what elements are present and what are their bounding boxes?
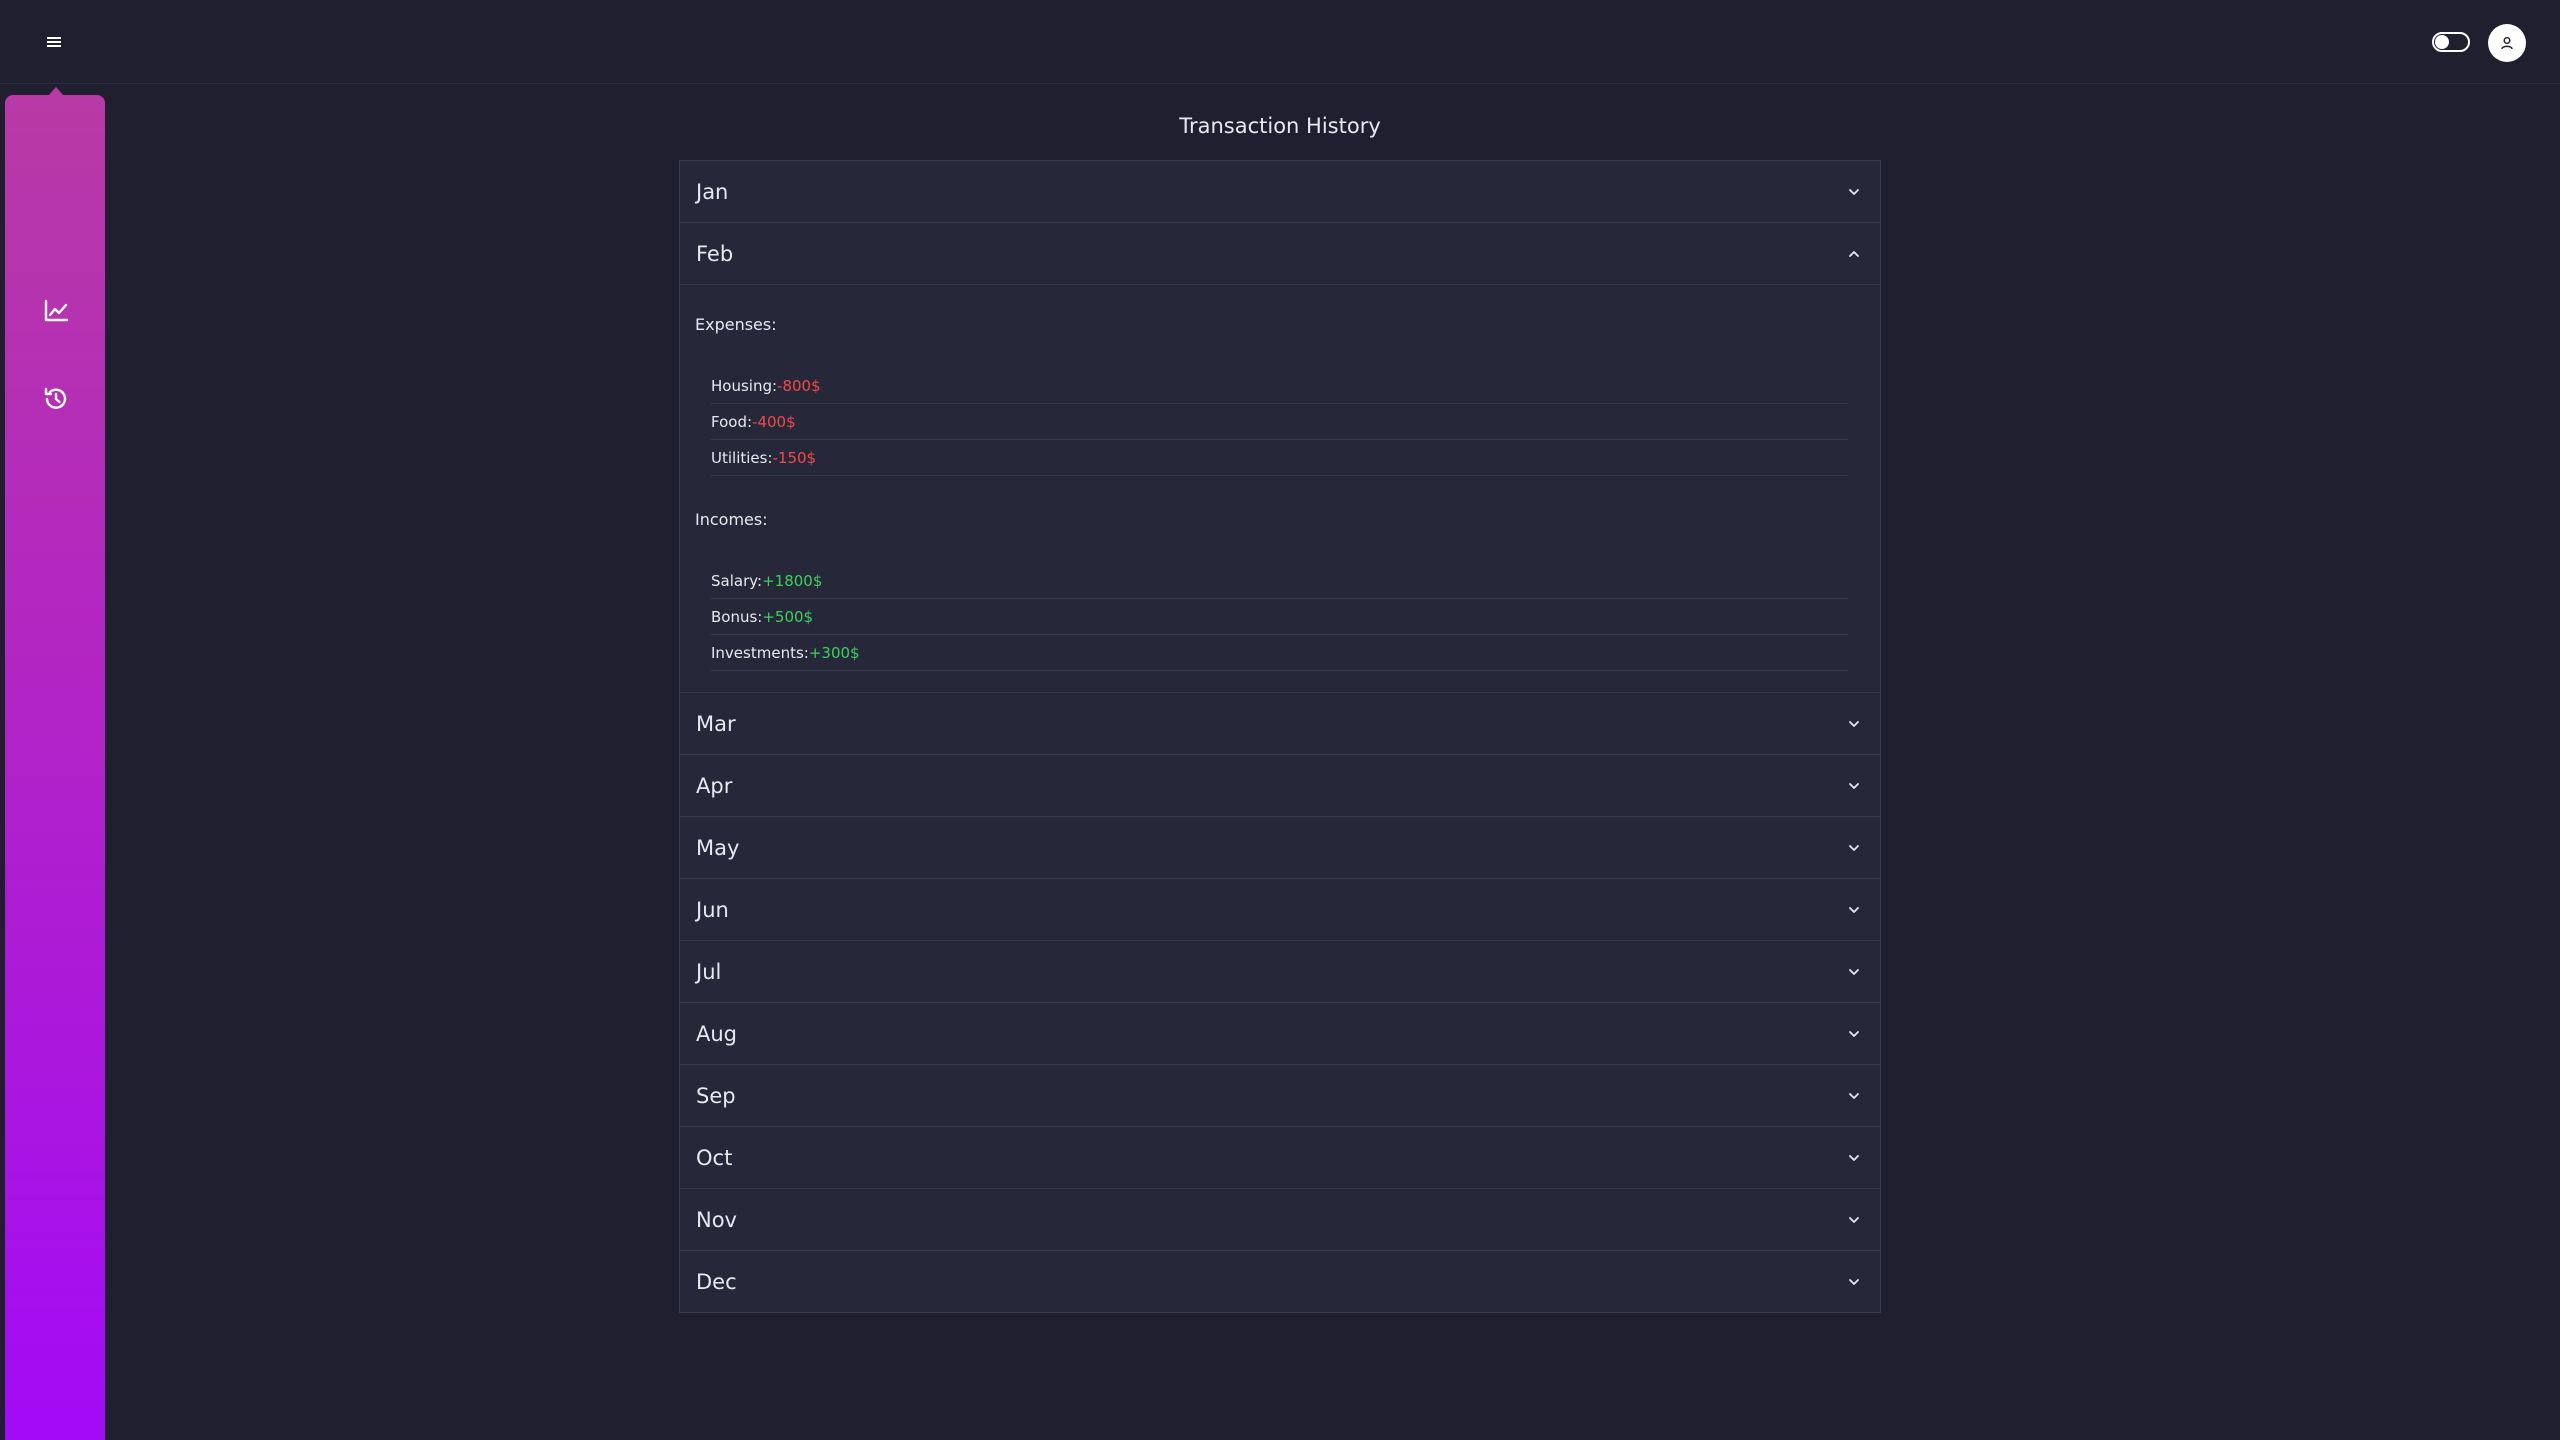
expense-value: -800$ <box>777 376 821 395</box>
user-avatar[interactable] <box>2488 24 2526 62</box>
user-icon <box>2501 37 2513 50</box>
month-header-jan[interactable]: Jan <box>680 161 1880 222</box>
month-accordion: Jan Feb Expenses: Housing: -800$ Food: -… <box>679 160 1881 1313</box>
expense-value: -400$ <box>752 412 796 431</box>
month-details-feb: Expenses: Housing: -800$ Food: -400$ Uti… <box>680 284 1880 692</box>
sidebar-pointer <box>49 87 63 95</box>
month-header-jul[interactable]: Jul <box>680 941 1880 1002</box>
expense-row: Food: -400$ <box>711 404 1848 440</box>
month-item-dec: Dec <box>680 1251 1880 1312</box>
month-header-mar[interactable]: Mar <box>680 693 1880 754</box>
income-key: Bonus: <box>711 607 763 626</box>
chevron-down-icon <box>1846 184 1862 200</box>
month-label: Dec <box>696 1269 737 1294</box>
chevron-down-icon <box>1846 778 1862 794</box>
chevron-down-icon <box>1846 1088 1862 1104</box>
hamburger-icon[interactable] <box>40 28 68 56</box>
incomes-title: Incomes: <box>695 510 768 529</box>
expense-key: Housing: <box>711 376 778 395</box>
expenses-title: Expenses: <box>695 315 777 334</box>
chevron-down-icon <box>1846 1212 1862 1228</box>
chart-line-icon[interactable] <box>40 295 72 327</box>
month-label: Oct <box>696 1145 733 1170</box>
sidebar <box>5 95 105 1440</box>
expense-value: -150$ <box>772 448 817 467</box>
month-header-jun[interactable]: Jun <box>680 879 1880 940</box>
income-row: Salary: +1800$ <box>711 563 1848 599</box>
income-value: +300$ <box>808 643 860 662</box>
month-header-feb[interactable]: Feb <box>680 223 1880 284</box>
history-icon[interactable] <box>40 383 72 415</box>
month-item-feb: Feb Expenses: Housing: -800$ Food: -400$… <box>680 223 1880 693</box>
income-row: Investments: +300$ <box>711 635 1848 671</box>
chevron-down-icon <box>1846 1150 1862 1166</box>
month-label: Sep <box>696 1083 736 1108</box>
theme-toggle[interactable] <box>2432 32 2470 52</box>
chevron-down-icon <box>1846 1026 1862 1042</box>
month-label: Nov <box>696 1207 737 1232</box>
month-item-aug: Aug <box>680 1003 1880 1065</box>
month-item-mar: Mar <box>680 693 1880 755</box>
month-label: Apr <box>696 773 733 798</box>
month-label: May <box>696 835 740 860</box>
month-item-sep: Sep <box>680 1065 1880 1127</box>
month-label: Aug <box>696 1021 738 1046</box>
income-key: Salary: <box>711 571 763 590</box>
month-header-oct[interactable]: Oct <box>680 1127 1880 1188</box>
month-item-oct: Oct <box>680 1127 1880 1189</box>
month-header-apr[interactable]: Apr <box>680 755 1880 816</box>
chevron-down-icon <box>1846 840 1862 856</box>
month-item-nov: Nov <box>680 1189 1880 1251</box>
month-item-jun: Jun <box>680 879 1880 941</box>
month-header-may[interactable]: May <box>680 817 1880 878</box>
month-header-dec[interactable]: Dec <box>680 1251 1880 1312</box>
month-label: Mar <box>696 711 736 736</box>
income-key: Investments: <box>711 643 809 662</box>
month-item-jan: Jan <box>680 161 1880 223</box>
chevron-down-icon <box>1846 1274 1862 1290</box>
chevron-down-icon <box>1846 902 1862 918</box>
month-header-nov[interactable]: Nov <box>680 1189 1880 1250</box>
chevron-up-icon <box>1846 246 1862 262</box>
top-bar <box>0 0 2560 84</box>
income-row: Bonus: +500$ <box>711 599 1848 635</box>
month-label: Feb <box>696 241 734 266</box>
chevron-down-icon <box>1846 964 1862 980</box>
toggle-knob-icon <box>2435 35 2449 49</box>
expense-row: Utilities: -150$ <box>711 440 1848 476</box>
month-header-sep[interactable]: Sep <box>680 1065 1880 1126</box>
income-value: +1800$ <box>762 571 823 590</box>
month-label: Jan <box>696 179 729 204</box>
chevron-down-icon <box>1846 716 1862 732</box>
income-value: +500$ <box>762 607 814 626</box>
page-title: Transaction History <box>1179 114 1381 138</box>
expense-key: Food: <box>711 412 753 431</box>
month-label: Jun <box>696 897 729 922</box>
month-item-apr: Apr <box>680 755 1880 817</box>
month-header-aug[interactable]: Aug <box>680 1003 1880 1064</box>
expense-key: Utilities: <box>711 448 773 467</box>
month-item-may: May <box>680 817 1880 879</box>
month-item-jul: Jul <box>680 941 1880 1003</box>
month-label: Jul <box>696 959 722 984</box>
expense-row: Housing: -800$ <box>711 368 1848 404</box>
